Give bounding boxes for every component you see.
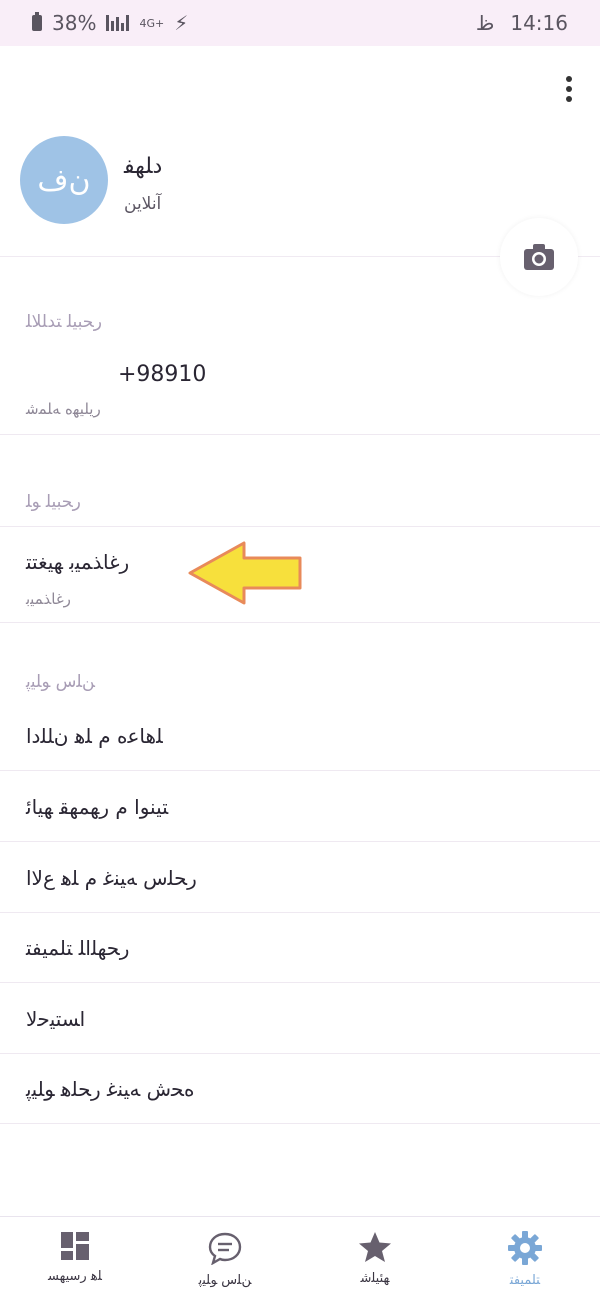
nav-label: ﻬﺌﻴﻠﺷ [360, 1271, 390, 1286]
clock: 14:16 [510, 11, 568, 35]
menu-item[interactable]: ﺭﺤﻠﺱ ﻪﻴﻨﻏ ﻡ ﻠﻫ ﻉﻻﺍ [26, 866, 197, 890]
menu-item[interactable]: ﺍﺴﺘﻴﺣﻻ [26, 1007, 85, 1031]
divider [0, 1053, 600, 1054]
camera-icon [524, 244, 554, 270]
divider [0, 434, 600, 435]
chat-icon [208, 1232, 242, 1265]
menu-item[interactable]: ﻩﺤﺵ ﻪﻴﻨﻏ ﺭﺤﻠﻫ ﻮﻠﻴﭘ [26, 1077, 194, 1101]
divider [0, 770, 600, 771]
status-bar-right: ظ 14:16 [476, 11, 568, 35]
time-suffix: ظ [475, 11, 495, 35]
account-section-title: ﺭﺤﺒﻴﻠ ﺘﺪﻠﻠﺎﻠ [26, 312, 102, 332]
divider [0, 622, 600, 623]
star-icon [359, 1232, 391, 1262]
menu-section-title: ﻦﻠﺱ ﻮﻠﻴﭘ [26, 672, 95, 692]
nav-chat[interactable]: ﻦﻠﺱ ﻮﻠﻴﭘ [150, 1217, 300, 1301]
nav-label: ﺘﻠﻤﻴﻔﺘ [509, 1273, 541, 1288]
menu-item[interactable]: ﻠﻫﺎﻋﻩ ﻡ ﻠﻫ ﻥﻠﻠﺩﺍ [26, 724, 163, 748]
menu-item[interactable]: ﺘﻴﻨﻮﺍ ﻡ ﺭﻬﻤﻬﻘ ﻬﻴﺎﺋ [26, 795, 168, 819]
nav-settings[interactable]: ﺘﻠﻤﻴﻔﺘ [450, 1217, 600, 1301]
battery-icon [32, 12, 42, 31]
battery-level: 38% [52, 11, 97, 35]
status-bar-left: 38% 4G+ ⚡ [32, 11, 188, 35]
nav-favorites[interactable]: ﻬﺌﻴﻠﺷ [300, 1217, 450, 1301]
nav-label: ﻦﻠﺱ ﻮﻠﻴﭘ [198, 1273, 252, 1288]
divider [0, 982, 600, 983]
status-bar: 38% 4G+ ⚡ ظ 14:16 [0, 0, 600, 46]
gear-icon [508, 1231, 542, 1265]
bottom-navigation: ﻠﻫ ﺭﺳﻴﻬﺴ ﻦﻠﺱ ﻮﻠﻴﭘ ﻬﺌﻴﻠﺷ ﺘﻠﻤﻴﻔﺘ [0, 1216, 600, 1301]
divider [0, 841, 600, 842]
app-bar [0, 46, 600, 128]
mute-icon: ⚡ [174, 11, 189, 35]
nav-label: ﻠﻫ ﺭﺳﻴﻬﺴ [48, 1269, 102, 1284]
network-type: 4G+ [139, 16, 165, 30]
avatar[interactable]: ن‌ف [20, 136, 108, 224]
language-setting[interactable]: ﺭﻏﺎﺬﻤﻴﺑ ﻬﻴﻐﺘﺘ [26, 550, 129, 574]
dashboard-icon [61, 1232, 89, 1260]
signal-icon [106, 15, 130, 31]
profile-status: آنلاین [124, 194, 162, 214]
divider [0, 912, 600, 913]
profile-name: ﺩﻠﻬﻔ [124, 154, 163, 179]
divider [0, 1123, 600, 1124]
phone-number[interactable]: +98910 [118, 362, 206, 387]
menu-item[interactable]: ﺭﺤﻬﻠﺍﻠ ﺘﻠﻤﻴﻔﺘ [26, 936, 129, 960]
pointer-arrow-icon [188, 541, 302, 605]
change-photo-button[interactable] [500, 218, 578, 296]
more-options-icon[interactable] [564, 76, 574, 102]
nav-dashboard[interactable]: ﻠﻫ ﺭﺳﻴﻬﺴ [0, 1217, 150, 1301]
app-section-title: ﺭﺤﺒﻴﻠ ﻮﻠ [26, 492, 81, 512]
profile-header: ن‌ف ﺩﻠﻬﻔ آنلاین [0, 128, 600, 296]
language-caption: ﺭﻏﺎﺬﻤﻴﺑ [26, 590, 71, 608]
phone-caption: ﺭﻳﻠﻴﻬﻩ ﻪﻠﻤﺷ [26, 400, 101, 418]
divider [0, 526, 600, 527]
